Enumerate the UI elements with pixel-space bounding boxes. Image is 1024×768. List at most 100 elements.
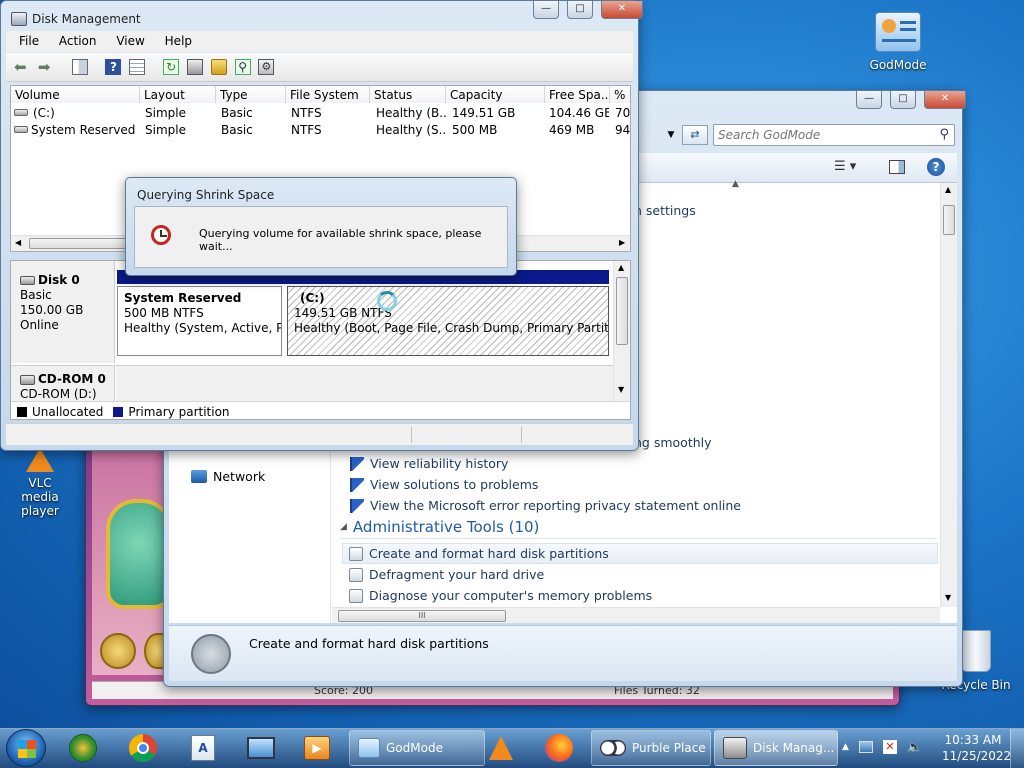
column-header-percent-free[interactable]: % F [610,86,630,103]
link-error-reporting-privacy[interactable]: View the Microsoft error reporting priva… [350,495,741,516]
column-header-layout[interactable]: Layout [140,86,216,103]
scroll-thumb[interactable] [943,205,955,235]
network-tray-icon[interactable] [858,741,873,753]
column-header-volume[interactable]: Volume [11,86,140,103]
task-label: Purble Place [632,741,706,755]
scroll-right-arrow[interactable]: ▶ [619,238,625,247]
taskbar-task-disk-management[interactable]: Disk Manag... [714,730,838,766]
preview-pane-icon[interactable] [889,160,905,174]
search-disk-icon[interactable]: ⚲ [234,59,251,75]
search-box[interactable]: ⚲ [713,124,955,146]
scroll-left-arrow[interactable]: ◀ [15,238,21,247]
hscroll-thumb[interactable]: III [338,610,506,622]
horizontal-scrollbar[interactable]: III [332,607,940,623]
partition-c-drive[interactable]: (C:) 149.51 GB NTFS Healthy (Boot, Page … [287,286,609,356]
show-hide-tree-icon[interactable] [71,59,88,75]
disk-properties-icon[interactable] [186,59,203,75]
disk-graphical-view: Disk 0 Basic 150.00 GB Online System Res… [10,260,631,420]
legend-label: Unallocated [32,404,104,419]
rescan-disks-icon[interactable]: ↻ [163,59,180,75]
disk0-info[interactable]: Disk 0 Basic 150.00 GB Online [11,261,115,363]
table-row[interactable]: System Reserved Simple Basic NTFS Health… [11,122,630,139]
settings-icon[interactable]: ⚙ [258,59,275,75]
dm-toolbar: ⬅ ➡ ? ↻ ⚲ ⚙ [6,53,633,82]
legend-swatch-unallocated [17,406,27,417]
section-header-admin-tools[interactable]: ◢ Administrative Tools (10) [340,515,936,539]
properties-icon[interactable] [129,59,146,75]
disk-view-vscrollbar[interactable]: ▲ ▼ [613,261,630,401]
back-arrow-icon[interactable]: ⬅ [14,59,30,75]
link-view-solutions[interactable]: View solutions to problems [350,474,538,495]
cdrom-info[interactable]: CD-ROM 0 CD-ROM (D:) [11,365,115,401]
column-header-capacity[interactable]: Capacity [446,86,545,103]
taskbar-pin-media-player[interactable] [58,730,108,766]
scroll-up-arrow[interactable]: ▲ [945,185,951,194]
action-center-icon[interactable]: ✕ [882,740,897,754]
link-label: Diagnose your computer's memory problems [369,588,653,603]
taskbar-pin-wordpad[interactable]: A [178,730,228,766]
maximize-button[interactable]: □ [567,1,593,19]
show-desktop-button[interactable] [1010,729,1024,768]
help-book-icon[interactable]: ? [105,59,122,75]
dialog-body: Querying volume for available shrink spa… [134,206,508,268]
taskbar-pin-vlc[interactable] [476,730,526,766]
purble-game-area[interactable] [92,435,172,675]
taskbar-task-purble-place[interactable]: Purble Place [591,730,711,766]
partition-size: 149.51 GB NTFS [294,306,392,320]
maximize-button[interactable]: □ [890,91,916,109]
taskbar-pin-video-player[interactable]: ▶ [292,730,342,766]
scroll-thumb[interactable] [29,238,139,249]
help-icon[interactable]: ? [927,158,945,176]
partition-system-reserved[interactable]: System Reserved 500 MB NTFS Healthy (Sys… [117,286,282,356]
open-folder-icon[interactable] [210,59,227,75]
table-row[interactable]: (C:) Simple Basic NTFS Healthy (B... 149… [11,105,630,122]
desktop-icon-label: VLC media player [21,476,59,518]
gold-coin-icon [100,633,136,669]
collapse-arrow-icon[interactable]: ▲ [732,179,739,189]
desktop-icon-godmode[interactable]: GodMode [862,12,934,72]
dialog-title: Querying Shrink Space [137,188,275,202]
show-hidden-icons-button[interactable]: ▲ [842,742,849,752]
godmode-icon [875,12,921,52]
vertical-scrollbar[interactable]: ▲ ▼ [940,183,957,607]
cell-type: Basic [221,123,253,137]
querying-shrink-dialog[interactable]: Querying Shrink Space Querying volume fo… [125,177,517,276]
window-title: Disk Management [32,12,141,26]
search-icon[interactable]: ⚲ [939,127,949,142]
column-header-status[interactable]: Status [370,86,446,103]
view-options-icon[interactable]: ☰ ▾ [834,159,856,174]
link-view-reliability-history[interactable]: View reliability history [350,453,508,474]
close-button[interactable]: ✕ [924,91,966,109]
menu-file[interactable]: File [19,34,39,48]
scroll-thumb[interactable] [616,277,628,345]
desktop-icon-vlc[interactable]: VLC media player [4,448,76,518]
link-defragment[interactable]: Defragment your hard drive [342,564,544,585]
scroll-up-arrow[interactable]: ▲ [618,263,624,272]
refresh-button[interactable]: ⇄ [682,125,708,145]
nav-item-network[interactable]: Network [191,469,265,484]
clock[interactable]: 10:33 AM 11/25/2022 [942,732,1011,766]
taskbar-pin-chrome[interactable] [118,730,168,766]
column-header-free-space[interactable]: Free Spa... [545,86,610,103]
menu-action[interactable]: Action [59,34,97,48]
search-input[interactable] [718,127,928,143]
column-header-file-system[interactable]: File System [286,86,370,103]
minimize-button[interactable]: — [533,1,559,19]
volume-icon[interactable]: 🔈 [907,740,923,755]
start-button[interactable] [6,729,46,767]
taskbar-pin-remote-desktop[interactable] [236,730,286,766]
taskbar-pin-firefox[interactable] [534,730,584,766]
cell-type: Basic [221,106,253,120]
minimize-button[interactable]: — [856,91,882,109]
scroll-down-arrow[interactable]: ▼ [618,385,624,394]
close-button[interactable]: ✕ [601,1,643,19]
menu-view[interactable]: View [116,34,144,48]
address-dropdown-arrow[interactable]: ▼ [664,125,678,145]
link-diagnose-memory[interactable]: Diagnose your computer's memory problems [342,585,652,606]
forward-arrow-icon[interactable]: ➡ [38,59,54,75]
column-header-type[interactable]: Type [216,86,286,103]
menu-help[interactable]: Help [165,34,192,48]
link-create-format-partitions[interactable]: Create and format hard disk partitions [342,543,938,564]
scroll-down-arrow[interactable]: ▼ [945,593,951,602]
taskbar-task-godmode[interactable]: GodMode [349,730,485,766]
